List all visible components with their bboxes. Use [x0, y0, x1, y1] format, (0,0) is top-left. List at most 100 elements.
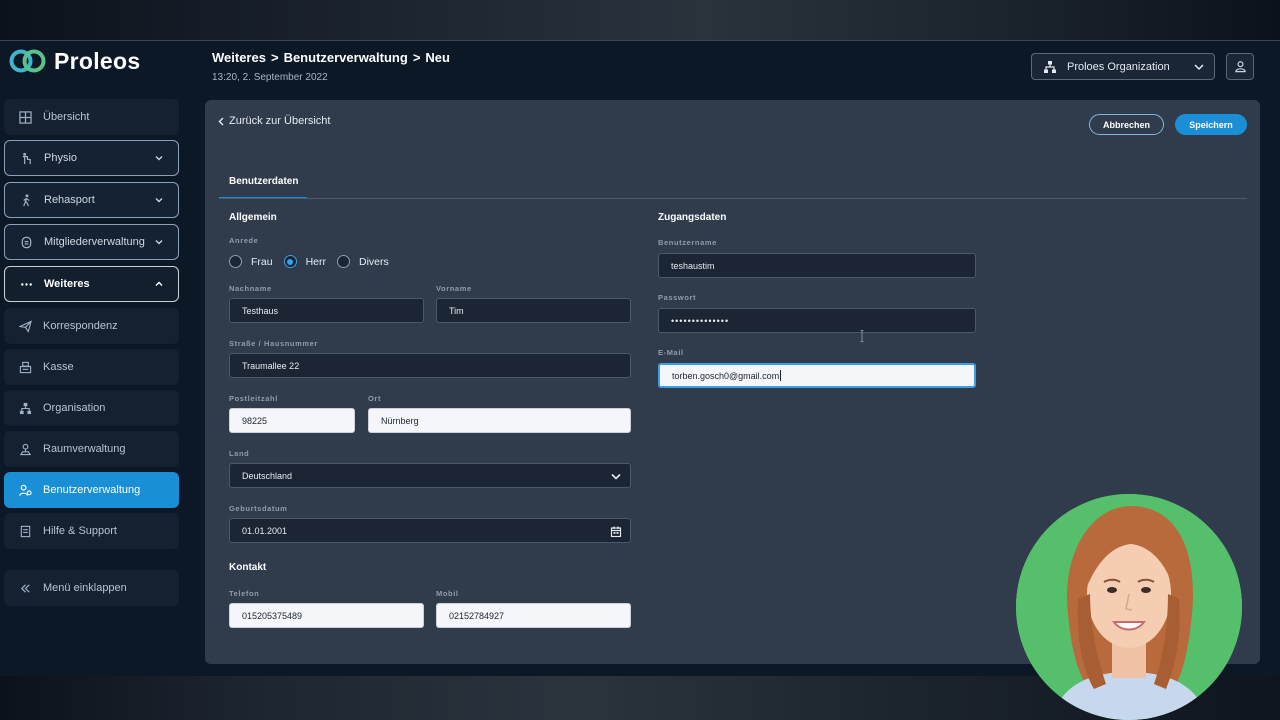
breadcrumb-separator: > [412, 50, 421, 65]
chevron-left-icon [218, 117, 224, 125]
physio-icon [19, 151, 33, 165]
breadcrumb-item[interactable]: Benutzerverwaltung [284, 50, 408, 65]
tab-divider [219, 198, 1247, 199]
email-input-value: torben.gosch0@gmail.com [672, 370, 780, 381]
sidebar-item-label: Übersicht [43, 111, 90, 123]
calendar-icon[interactable] [610, 526, 622, 537]
member-icon [19, 235, 33, 249]
radio-label-herr: Herr [305, 255, 327, 268]
radio-frau[interactable] [229, 255, 242, 268]
password-input[interactable]: •••••••••••••• [658, 308, 976, 333]
country-select-value: Deutschland [242, 470, 293, 481]
email-input[interactable]: torben.gosch0@gmail.com [658, 363, 976, 388]
sidebar-item-benutzerverwaltung[interactable]: Benutzerverwaltung [4, 472, 179, 508]
chevron-down-icon [155, 198, 163, 203]
zip-input[interactable]: 98225 [229, 408, 355, 433]
chevron-up-icon [155, 281, 163, 286]
sidebar-item-mitgliederverwaltung[interactable]: Mitgliederverwaltung [4, 224, 179, 260]
sidebar-item-uebersicht[interactable]: Übersicht [4, 99, 179, 135]
mobile-label: Mobil [436, 589, 459, 598]
sidebar-item-label: Physio [44, 152, 78, 164]
lastname-input[interactable]: Testhaus [229, 298, 424, 323]
sidebar-item-label: Weiteres [44, 278, 90, 290]
sidebar-item-hilfe[interactable]: Hilfe & Support [4, 513, 179, 549]
user-settings-icon [18, 483, 32, 497]
breadcrumb-item: Neu [425, 50, 450, 65]
walking-icon [19, 193, 33, 207]
organization-select-value: Proloes Organization [1067, 60, 1170, 73]
org-icon [18, 401, 32, 415]
help-icon [18, 524, 32, 538]
birthday-input[interactable]: 01.01.2001 [229, 518, 631, 543]
city-label: Ort [368, 394, 382, 403]
sidebar-item-label: Mitgliederverwaltung [44, 236, 145, 248]
birthday-input-value: 01.01.2001 [242, 525, 288, 536]
username-input[interactable]: teshaustim [658, 253, 976, 278]
text-cursor-icon [860, 330, 864, 342]
breadcrumb-item[interactable]: Weiteres [212, 50, 266, 65]
more-icon [19, 277, 33, 291]
country-label: Land [229, 449, 250, 458]
text-caret [780, 370, 782, 381]
sidebar-item-korrespondenz[interactable]: Korrespondenz [4, 308, 179, 344]
radio-divers[interactable] [337, 255, 351, 268]
sidebar-item-organisation[interactable]: Organisation [4, 390, 179, 426]
sidebar-item-label: Hilfe & Support [43, 525, 117, 537]
chevron-down-icon [155, 156, 163, 161]
password-label: Passwort [658, 293, 697, 302]
organization-select[interactable]: Proloes Organization [1031, 53, 1215, 80]
country-select[interactable]: Deutschland [229, 463, 631, 488]
sidebar-item-kasse[interactable]: Kasse [4, 349, 179, 385]
breadcrumb: Weiteres > Benutzerverwaltung > Neu [212, 50, 450, 65]
presenter-avatar [1016, 494, 1242, 720]
zip-label: Postleitzahl [229, 394, 278, 403]
sidebar-item-label: Organisation [43, 402, 106, 414]
radio-herr[interactable] [283, 255, 297, 268]
sidebar-item-weiteres[interactable]: Weiteres [4, 266, 179, 302]
presenter-video [1016, 494, 1242, 720]
radio-label-divers: Divers [359, 255, 389, 268]
username-label: Benutzername [658, 238, 717, 247]
org-icon [1044, 60, 1056, 73]
cancel-button[interactable]: Abbrechen [1089, 114, 1164, 135]
section-title-allgemein: Allgemein [229, 212, 277, 223]
sidebar-item-raumverwaltung[interactable]: Raumverwaltung [4, 431, 179, 467]
street-input[interactable]: Traumallee 22 [229, 353, 631, 378]
section-title-kontakt: Kontakt [229, 562, 267, 573]
user-icon [1234, 61, 1246, 73]
chevron-down-icon [611, 473, 621, 480]
sidebar-item-physio[interactable]: Physio [4, 140, 179, 176]
tab-benutzerdaten[interactable]: Benutzerdaten [219, 170, 307, 199]
firstname-input[interactable]: Tim [436, 298, 631, 323]
phone-input[interactable]: 015205375489 [229, 603, 424, 628]
sidebar-item-rehasport[interactable]: Rehasport [4, 182, 179, 218]
sidebar-item-label: Korrespondenz [43, 320, 118, 332]
lastname-label: Nachname [229, 284, 272, 293]
back-link[interactable]: Zurück zur Übersicht [218, 115, 330, 127]
sidebar-item-label: Menü einklappen [43, 582, 127, 594]
sidebar-collapse-button[interactable]: Menü einklappen [4, 570, 179, 606]
email-label: E-Mail [658, 348, 684, 357]
back-link-label: Zurück zur Übersicht [229, 115, 331, 127]
send-icon [18, 319, 32, 333]
chevron-down-icon [155, 240, 163, 245]
radio-label-frau: Frau [251, 255, 273, 268]
section-title-zugangsdaten: Zugangsdaten [658, 212, 727, 223]
chevron-down-icon [1194, 64, 1204, 71]
register-icon [18, 360, 32, 374]
user-profile-button[interactable] [1226, 53, 1254, 80]
page-timestamp: 13:20, 2. September 2022 [212, 72, 328, 83]
mobile-input[interactable]: 02152784927 [436, 603, 631, 628]
sidebar-item-label: Raumverwaltung [43, 443, 126, 455]
app-logo[interactable]: Proleos [8, 46, 140, 76]
sidebar-item-label: Benutzerverwaltung [43, 484, 141, 496]
salutation-radio-group: Frau Herr Divers [229, 255, 400, 268]
phone-label: Telefon [229, 589, 260, 598]
logo-icon [9, 49, 46, 73]
sidebar-item-label: Kasse [43, 361, 74, 373]
top-bar [0, 0, 1280, 41]
room-icon [18, 442, 32, 456]
save-button[interactable]: Speichern [1175, 114, 1247, 135]
city-input[interactable]: Nürnberg [368, 408, 631, 433]
birthday-label: Geburtsdatum [229, 504, 288, 513]
